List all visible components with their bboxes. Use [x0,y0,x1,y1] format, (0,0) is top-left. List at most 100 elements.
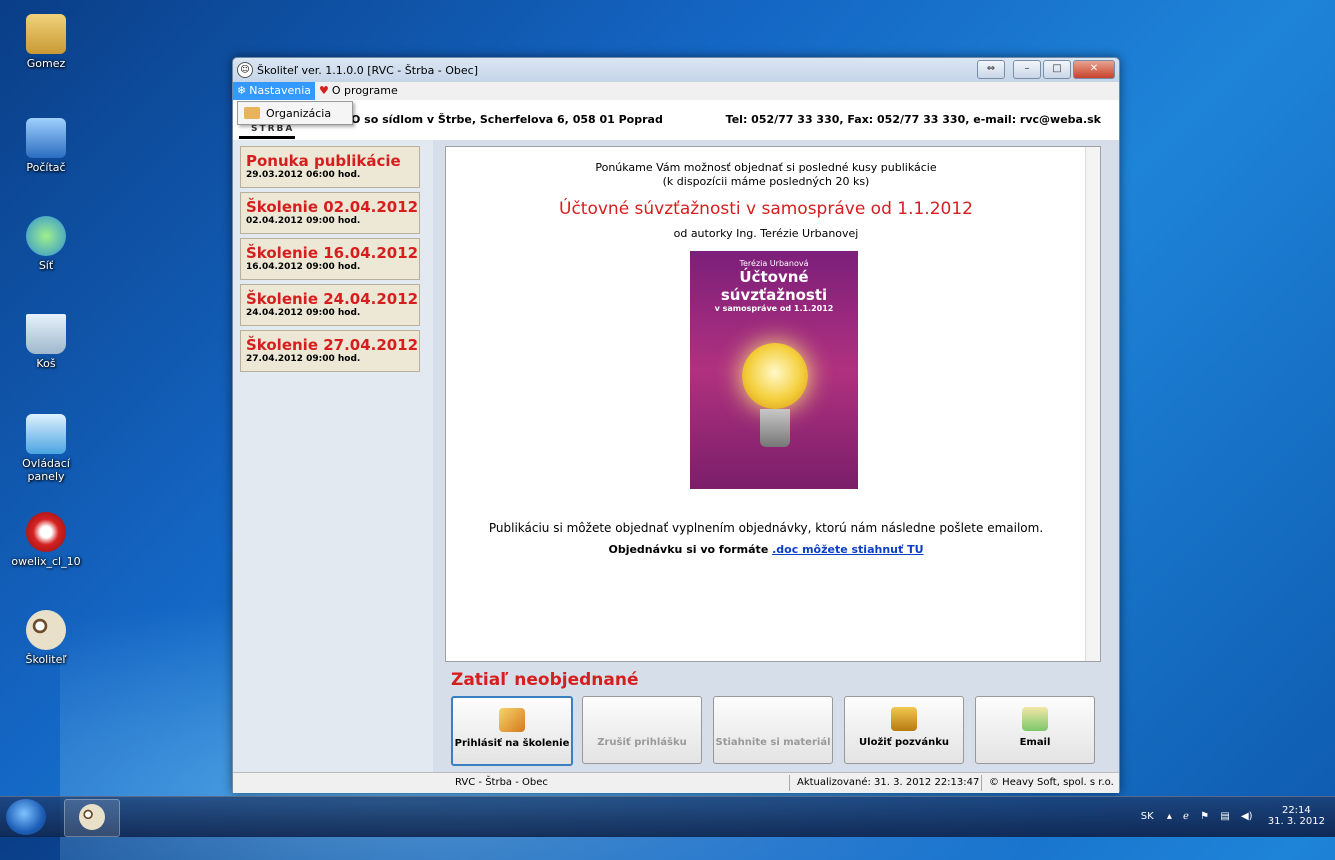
menu-settings-label: Nastavenia [249,84,312,97]
download-prefix: Objednávku si vo formáte [608,543,773,556]
clock-time: 22:14 [1281,805,1311,816]
menu-item-organization[interactable]: Organizácia [237,101,353,125]
window-title: Školiteľ ver. 1.1.0.0 [RVC - Štrba - Obe… [257,63,479,77]
maximize-button[interactable]: □ [1043,60,1071,79]
event-card-training[interactable]: Školenie 24.04.2012 24.04.2012 09:00 hod… [240,284,420,326]
bulb-base [760,409,790,447]
event-date: 02.04.2012 09:00 hod. [246,216,361,226]
status-bar: RVC - Štrba - Obec Aktualizované: 31. 3.… [233,772,1119,793]
event-date: 29.03.2012 06:00 hod. [246,170,361,180]
clock[interactable]: 22:14 31. 3. 2012 [1268,805,1325,827]
organization-header: ŠTRBA O so sídlom v Štrbe, Scherfelova 6… [233,100,1119,140]
ie-icon[interactable]: ℯ [1183,811,1189,822]
volume-icon[interactable]: ◀) [1241,811,1253,822]
desktop-icon-computer[interactable]: Počítač [8,118,84,174]
offer-text: Ponúkame Vám možnosť objednať si posledn… [595,161,937,174]
desktop-icon-control-panel[interactable]: Ovládací panely [8,414,84,483]
publication-author: od autorky Ing. Terézie Urbanovej [673,227,859,240]
download-line: Objednávku si vo formáte .doc môžete sti… [446,543,1086,556]
desktop-icon-label: owelix_cl_10 [11,555,81,568]
desktop-icon-skolitel[interactable]: Školiteľ [8,610,84,666]
event-title: Ponuka publikácie [246,152,401,170]
desktop-icon-label: Školiteľ [25,653,67,666]
organization-contact: Tel: 052/77 33 330, Fax: 052/77 33 330, … [725,113,1101,126]
event-list: Ponuka publikácie 29.03.2012 06:00 hod. … [233,140,433,772]
publication-headline: Účtovné súvzťažnosti v samospráve od 1.1… [559,199,973,219]
book-subtitle: v samospráve od 1.1.2012 [714,304,834,313]
event-card-publication[interactable]: Ponuka publikácie 29.03.2012 06:00 hod. [240,146,420,188]
register-training-button[interactable]: Prihlásiť na školenie [451,696,573,766]
desktop-icon-owelix[interactable]: owelix_cl_10 [8,512,84,568]
event-card-training[interactable]: Školenie 27.04.2012 27.04.2012 09:00 hod… [240,330,420,372]
desktop-icon-label: Síť [38,259,54,272]
owl-icon: ☺ [237,62,253,78]
menu-about[interactable]: ♥ O programe [315,82,402,100]
snowflake-icon: ❄ [237,84,247,97]
minimize-button[interactable]: – [1013,60,1041,79]
status-separator [789,775,790,791]
control-panel-icon [26,414,66,454]
event-card-training[interactable]: Školenie 02.04.2012 02.04.2012 09:00 hod… [240,192,420,234]
menu-settings[interactable]: ❄ Nastavenia [233,82,316,100]
desktop-icon-network[interactable]: Síť [8,216,84,272]
desktop-icon-label: Gomez [26,57,66,70]
resize-toggle-button[interactable]: ⇔ [977,60,1005,79]
owl-icon [26,610,66,650]
language-indicator[interactable]: SK [1141,811,1154,822]
order-status: Zatiaľ neobjednané [451,670,639,690]
event-title: Školenie 27.04.2012 [246,336,419,354]
stock-text: (k dispozícii máme posledných 20 ks) [662,175,870,188]
book-author: Terézia Urbanová [739,259,809,268]
gift-box-icon [891,707,917,731]
start-button[interactable] [6,799,46,835]
network-tray-icon[interactable]: ▤ [1220,811,1229,822]
pen-icon [244,107,260,119]
folder-icon [26,14,66,54]
desktop-icon-label: Koš [36,357,56,370]
download-doc-link[interactable]: .doc môžete stiahnuť TU [772,543,923,556]
book-cover-image: Terézia Urbanová Účtovné súvzťažnosti v … [690,251,858,489]
event-date: 24.04.2012 09:00 hod. [246,308,361,318]
system-tray: SK ▴ ℯ ⚑ ▤ ◀) 22:14 31. 3. 2012 [1141,805,1325,827]
menu-item-organization-label: Organizácia [266,106,332,120]
blank-icon [629,707,655,731]
status-updated: Aktualizované: 31. 3. 2012 22:13:47 [797,777,980,788]
taskbar: SK ▴ ℯ ⚑ ▤ ◀) 22:14 31. 3. 2012 [0,796,1335,837]
close-button[interactable]: ✕ [1073,60,1115,79]
network-icon [26,216,66,256]
status-copyright: © Heavy Soft, spol. s r.o. [989,777,1114,788]
desktop-icon-label: Ovládací panely [22,457,70,483]
register-training-label: Prihlásiť na školenie [454,738,570,749]
download-material-label: Stiahnite si materiál [715,737,831,748]
heart-icon: ♥ [319,84,329,97]
event-title: Školenie 02.04.2012 [246,198,419,216]
title-bar[interactable]: ☺ Školiteľ ver. 1.1.0.0 [RVC - Štrba - O… [233,58,1119,82]
menu-about-label: O programe [331,84,398,97]
pencil-icon [499,708,525,732]
organization-address: O so sídlom v Štrbe, Scherfelova 6, 058 … [351,113,663,126]
download-material-button[interactable]: Stiahnite si materiál [713,696,833,764]
email-button[interactable]: Email [975,696,1095,764]
status-separator [981,775,982,791]
desktop-icon-gomez[interactable]: Gomez [8,14,84,70]
recycle-bin-icon [26,314,66,354]
tray-arrow-icon[interactable]: ▴ [1167,811,1172,822]
light-bulb-icon [742,343,808,409]
mail-icon [1022,707,1048,731]
taskbar-app-skolitel[interactable] [64,799,120,837]
content-scrollbar[interactable] [1085,147,1100,661]
cancel-registration-button[interactable]: Zrušiť prihlášku [582,696,702,764]
event-card-training[interactable]: Školenie 16.04.2012 16.04.2012 09:00 hod… [240,238,420,280]
content-panel: Ponúkame Vám možnosť objednať si posledn… [445,146,1101,662]
computer-icon [26,118,66,158]
save-invitation-button[interactable]: Uložiť pozvánku [844,696,964,764]
blank-icon [760,707,786,731]
logo-text: ŠTRBA [251,124,295,134]
desktop-icon-recycle-bin[interactable]: Koš [8,314,84,370]
clock-date: 31. 3. 2012 [1267,816,1325,827]
flag-icon[interactable]: ⚑ [1200,811,1209,822]
order-instructions: Publikáciu si môžete objednať vyplnením … [488,521,1044,535]
app-window: ☺ Školiteľ ver. 1.1.0.0 [RVC - Štrba - O… [232,57,1120,793]
logo-underline [239,136,295,139]
event-date: 16.04.2012 09:00 hod. [246,262,361,272]
